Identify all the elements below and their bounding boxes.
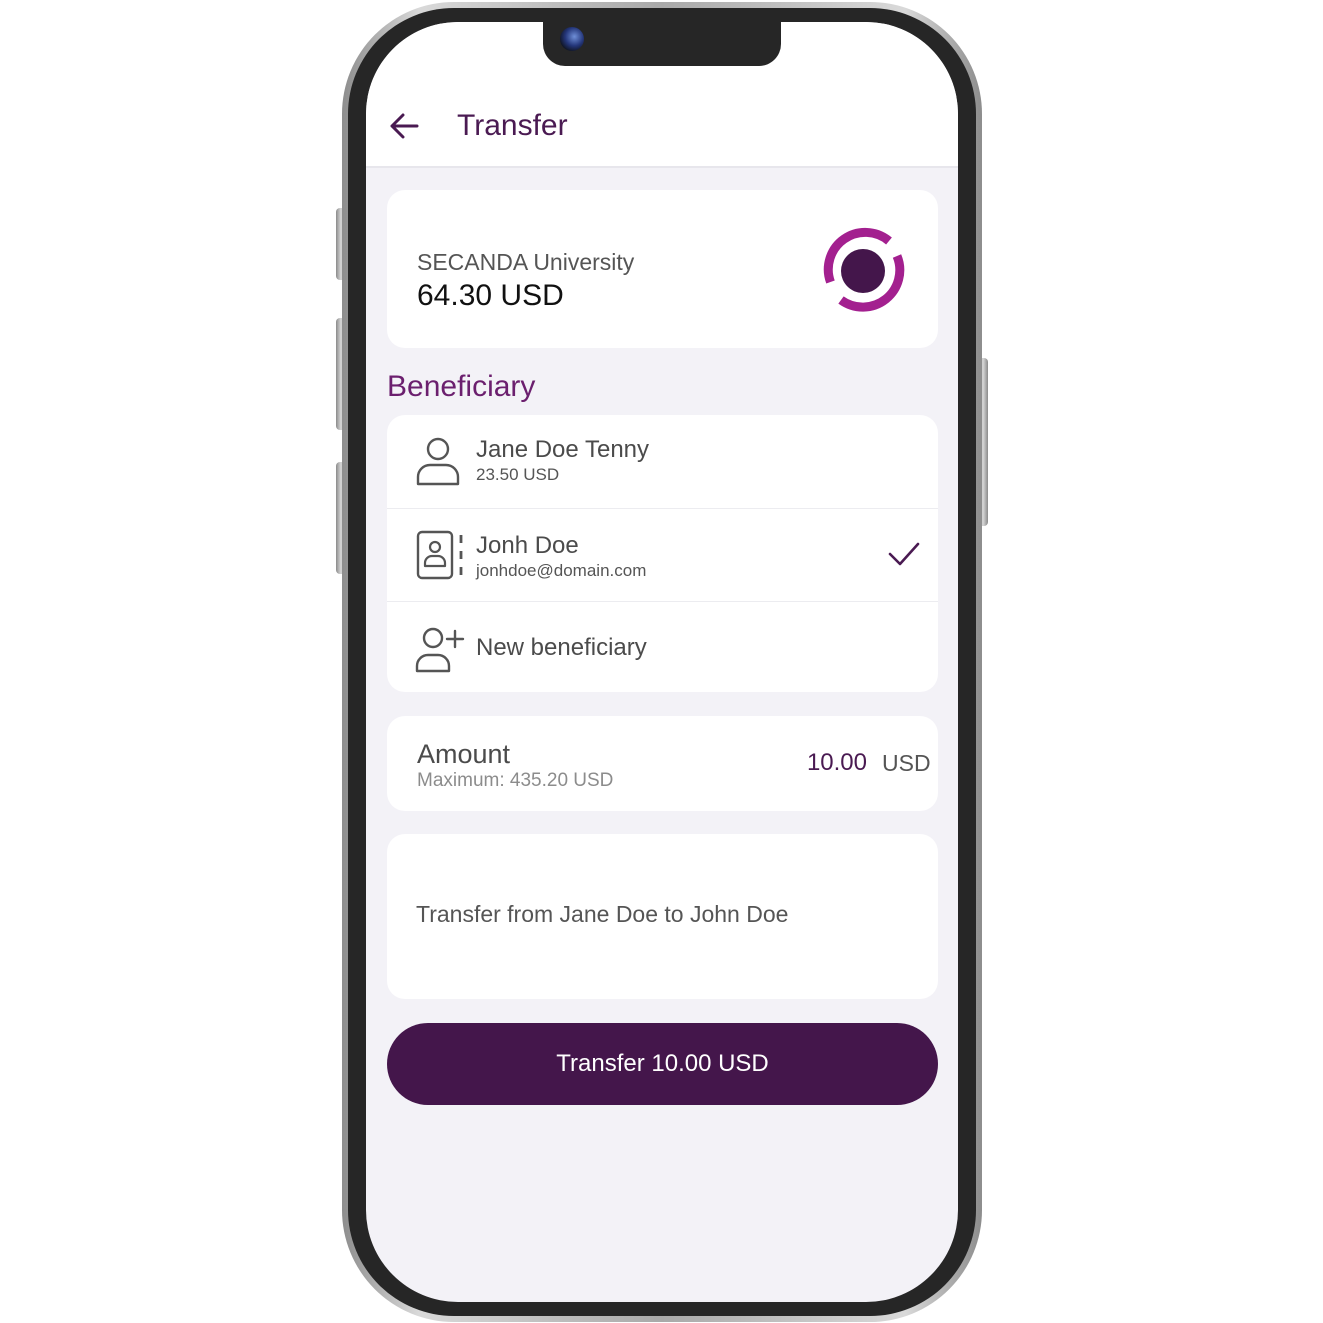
account-card[interactable]: SECANDA University 64.30 USD <box>387 190 938 348</box>
amount-input[interactable] <box>767 746 867 780</box>
new-beneficiary-button[interactable]: New beneficiary <box>387 601 938 694</box>
contact-card-icon <box>416 530 463 580</box>
back-button[interactable] <box>386 108 422 144</box>
arrow-left-icon <box>390 113 419 139</box>
amount-currency: USD <box>882 750 931 776</box>
beneficiary-item-jane-doe-tenny[interactable]: Jane Doe Tenny 23.50 USD <box>387 415 938 507</box>
phone-mockup: Transfer SECANDA University 64.30 USD Be… <box>0 0 1323 1323</box>
amount-label: Amount <box>417 739 511 769</box>
account-balance: 64.30 USD <box>417 279 564 312</box>
front-camera <box>560 27 584 51</box>
transfer-note-card[interactable] <box>387 834 938 999</box>
account-name: SECANDA University <box>417 249 635 275</box>
transfer-note-input[interactable] <box>416 899 916 929</box>
add-person-icon <box>415 627 465 673</box>
beneficiary-name: Jonh Doe <box>476 532 579 559</box>
checkmark-icon <box>888 542 920 566</box>
secanda-logo-icon <box>823 227 905 312</box>
beneficiary-detail: 23.50 USD <box>476 465 560 484</box>
beneficiary-section-title: Beneficiary <box>387 370 536 403</box>
beneficiary-name: Jane Doe Tenny <box>476 436 650 463</box>
notch <box>543 22 781 66</box>
person-icon <box>416 437 460 486</box>
transfer-button[interactable]: Transfer 10.00 USD <box>387 1023 938 1105</box>
amount-card: Amount Maximum: 435.20 USD USD <box>387 716 938 811</box>
new-beneficiary-label: New beneficiary <box>476 634 647 661</box>
phone-screen: Transfer SECANDA University 64.30 USD Be… <box>366 22 958 1302</box>
page-title: Transfer <box>457 109 568 142</box>
amount-maximum: Maximum: 435.20 USD <box>417 770 614 791</box>
beneficiary-list: Jane Doe Tenny 23.50 USD Jonh Doe jonhdo… <box>387 415 938 692</box>
beneficiary-detail: jonhdoe@domain.com <box>476 561 647 580</box>
beneficiary-item-jonh-doe[interactable]: Jonh Doe jonhdoe@domain.com <box>387 508 938 601</box>
